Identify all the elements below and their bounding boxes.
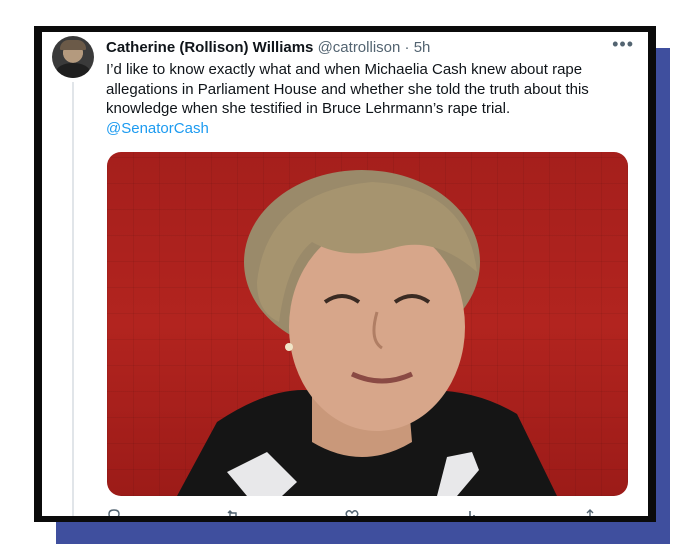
views-button[interactable]: [463, 508, 487, 516]
share-icon: [586, 509, 594, 516]
thread-line: [72, 82, 74, 516]
tweet-card[interactable]: Catherine (Rollison) Williams @catrollis…: [42, 32, 648, 516]
share-button[interactable]: [582, 508, 606, 516]
tweet-text: I’d like to know exactly what and when M…: [106, 60, 626, 138]
avatar-body-icon: [56, 63, 90, 78]
retweet-icon: [227, 510, 237, 516]
reply-button[interactable]: [106, 508, 130, 516]
dot-separator: ·: [404, 39, 410, 56]
like-icon: [345, 510, 359, 516]
more-options-icon[interactable]: •••: [612, 34, 634, 55]
views-icon: [469, 511, 475, 516]
portrait-illustration: [177, 170, 557, 496]
author-name[interactable]: Catherine (Rollison) Williams: [106, 39, 313, 56]
author-handle[interactable]: @catrollison: [318, 39, 401, 56]
avatar-hat-icon: [60, 40, 86, 50]
reply-icon: [108, 509, 120, 516]
tweet-body: I’d like to know exactly what and when M…: [106, 61, 589, 117]
retweet-button[interactable]: [225, 508, 249, 516]
tweet-header: Catherine (Rollison) Williams @catrollis…: [106, 38, 608, 60]
action-bar: [106, 508, 606, 516]
like-button[interactable]: [344, 508, 368, 516]
tweet-photo[interactable]: [107, 152, 628, 496]
tweet-time[interactable]: 5h: [414, 39, 431, 56]
avatar[interactable]: [52, 36, 94, 78]
mention-link[interactable]: @SenatorCash: [106, 119, 626, 139]
